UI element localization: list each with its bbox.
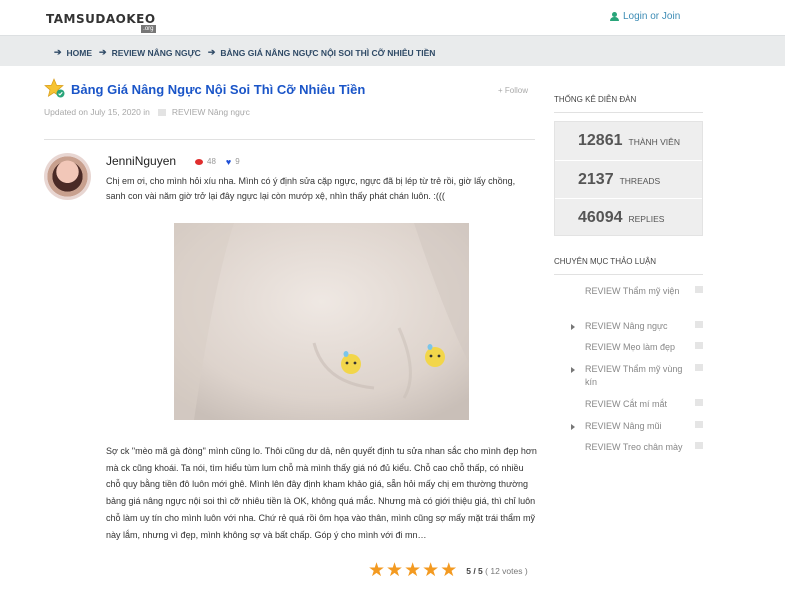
- arrow-right-icon: ➔: [99, 47, 107, 57]
- stat-value: 2137: [578, 171, 614, 188]
- avatar[interactable]: [44, 153, 91, 200]
- stat-value: 12861: [578, 132, 623, 149]
- rating-star-icon[interactable]: ★: [404, 561, 421, 580]
- category-item[interactable]: REVIEW Nâng mũi: [571, 420, 707, 433]
- stat-value: 46094: [578, 209, 623, 226]
- breadcrumb-label: REVIEW Nâng ngực: [111, 47, 201, 58]
- arrow-right-icon: ➔: [207, 47, 216, 57]
- caret-right-icon[interactable]: [571, 324, 575, 330]
- plus-icon: +: [498, 86, 503, 95]
- caret-right-icon[interactable]: [571, 424, 575, 430]
- stats-heading: Thống kê diễn đàn: [554, 95, 637, 104]
- thread-title-row: Bảng Giá Nâng Ngực Nội Soi Thì Cỡ Nhiêu …: [44, 78, 365, 100]
- category-item[interactable]: REVIEW Thẩm mỹ vùng kín: [571, 363, 707, 389]
- stat-label: Replies: [628, 214, 665, 224]
- category-toggle-icon[interactable]: [695, 342, 703, 349]
- logo-suffix: .org: [141, 25, 156, 33]
- breadcrumb-current[interactable]: ➔ BẢNG GIÁ NÂNG NGỰC NỘI SOI THÌ CỠ NHIÊ…: [208, 47, 436, 58]
- category-toggle-icon[interactable]: [695, 286, 703, 293]
- post-body: Sợ ck "mèo mã gà đòng" mình cũng lo. Thô…: [106, 446, 537, 540]
- divider: [554, 112, 703, 113]
- stat-label: Thành viên: [628, 137, 680, 147]
- category-toggle-icon[interactable]: [695, 321, 703, 328]
- category-label: REVIEW Cắt mí mắt: [585, 399, 668, 409]
- divider: [555, 198, 702, 199]
- stat-threads: 2137 Threads: [578, 171, 660, 189]
- folder-icon: [157, 108, 166, 116]
- arrow-right-icon: ➔: [54, 47, 62, 57]
- divider: [44, 139, 535, 140]
- rating-stars[interactable]: ★ ★ ★ ★ ★: [368, 561, 457, 580]
- category-toggle-icon[interactable]: [695, 421, 703, 428]
- divider: [554, 274, 703, 275]
- divider: [555, 160, 702, 161]
- category-item[interactable]: REVIEW Thẩm mỹ viện: [572, 285, 707, 298]
- thread-meta: Updated on July 15, 2020 in REVIEW Nâng …: [44, 107, 250, 117]
- stat-members: 12861 Thành viên: [578, 132, 680, 150]
- comment-icon: [195, 158, 203, 165]
- rating-star-icon[interactable]: ★: [368, 561, 385, 580]
- breadcrumb: ➔ HOME ➔ REVIEW Nâng ngực ➔ BẢNG GIÁ NÂN…: [54, 47, 442, 58]
- forum-stats: 12861 Thành viên 2137 Threads 46094 Repl…: [554, 121, 703, 236]
- top-bar: TAMSUDAOKEO .org Login or Join: [0, 0, 785, 35]
- rating-score: 5 / 5: [466, 565, 483, 576]
- rating-summary: 5 / 5 ( 12 votes ): [466, 566, 527, 576]
- like-count: 9: [235, 157, 240, 166]
- stat-replies: 46094 Replies: [578, 209, 664, 227]
- categories-heading: Chuyên mục thảo luận: [554, 257, 657, 266]
- category-item[interactable]: REVIEW Treo chân mày: [572, 441, 707, 454]
- breadcrumb-bar: ➔ HOME ➔ REVIEW Nâng ngực ➔ BẢNG GIÁ NÂN…: [0, 35, 785, 66]
- post-intro: Chị em ơi, cho mình hỏi xíu nha. Mình có…: [106, 176, 516, 201]
- category-toggle-icon[interactable]: [695, 442, 703, 449]
- breadcrumb-label: HOME: [66, 47, 93, 58]
- category-item[interactable]: REVIEW Nâng ngực: [571, 320, 707, 333]
- post-rating: ★ ★ ★ ★ ★ 5 / 5 ( 12 votes ): [368, 561, 528, 580]
- caret-right-icon[interactable]: [571, 367, 575, 373]
- category-toggle-icon[interactable]: [695, 399, 703, 406]
- category-label: REVIEW Nâng ngực: [585, 321, 668, 331]
- category-label: REVIEW Mẹo làm đẹp: [585, 342, 676, 352]
- author-name[interactable]: JenniNguyen: [106, 154, 176, 168]
- category-item[interactable]: REVIEW Mẹo làm đẹp: [572, 341, 707, 354]
- rating-star-icon[interactable]: ★: [386, 561, 403, 580]
- rating-star-icon[interactable]: ★: [422, 561, 439, 580]
- thread-category-link[interactable]: REVIEW Nâng ngực: [172, 107, 250, 117]
- featured-star-icon: [44, 78, 66, 100]
- category-label: REVIEW Thẩm mỹ viện: [585, 286, 680, 296]
- category-item[interactable]: REVIEW Cắt mí mắt: [572, 398, 707, 411]
- logo-text: TAMSUDAOKEO: [46, 12, 156, 26]
- heart-icon: ♥: [225, 156, 232, 167]
- category-label: REVIEW Nâng mũi: [585, 421, 662, 431]
- stat-label: Threads: [619, 176, 661, 186]
- breadcrumb-category[interactable]: ➔ REVIEW Nâng ngực: [99, 47, 201, 58]
- login-link[interactable]: Login or Join: [610, 11, 680, 22]
- follow-label: Follow: [504, 86, 529, 95]
- comment-count: 48: [207, 157, 216, 166]
- follow-button[interactable]: + Follow: [498, 86, 528, 95]
- thread-title[interactable]: Bảng Giá Nâng Ngực Nội Soi Thì Cỡ Nhiêu …: [71, 82, 365, 97]
- breadcrumb-home[interactable]: ➔ HOME: [54, 47, 92, 58]
- post-stats: 48 ♥ 9: [195, 157, 240, 166]
- updated-date: Updated on July 15, 2020 in: [44, 107, 150, 117]
- login-label: Login or Join: [623, 11, 681, 22]
- rating-star-icon[interactable]: ★: [440, 561, 457, 580]
- user-icon: [610, 12, 619, 21]
- breadcrumb-label: BẢNG GIÁ NÂNG NGỰC NỘI SOI THÌ CỠ NHIÊU …: [220, 47, 436, 58]
- post-image[interactable]: [174, 223, 469, 420]
- rating-votes: ( 12 votes ): [485, 565, 528, 576]
- site-logo[interactable]: TAMSUDAOKEO .org: [46, 10, 156, 33]
- category-label: REVIEW Thẩm mỹ vùng kín: [585, 364, 683, 387]
- category-toggle-icon[interactable]: [695, 364, 703, 371]
- category-label: REVIEW Treo chân mày: [585, 442, 683, 452]
